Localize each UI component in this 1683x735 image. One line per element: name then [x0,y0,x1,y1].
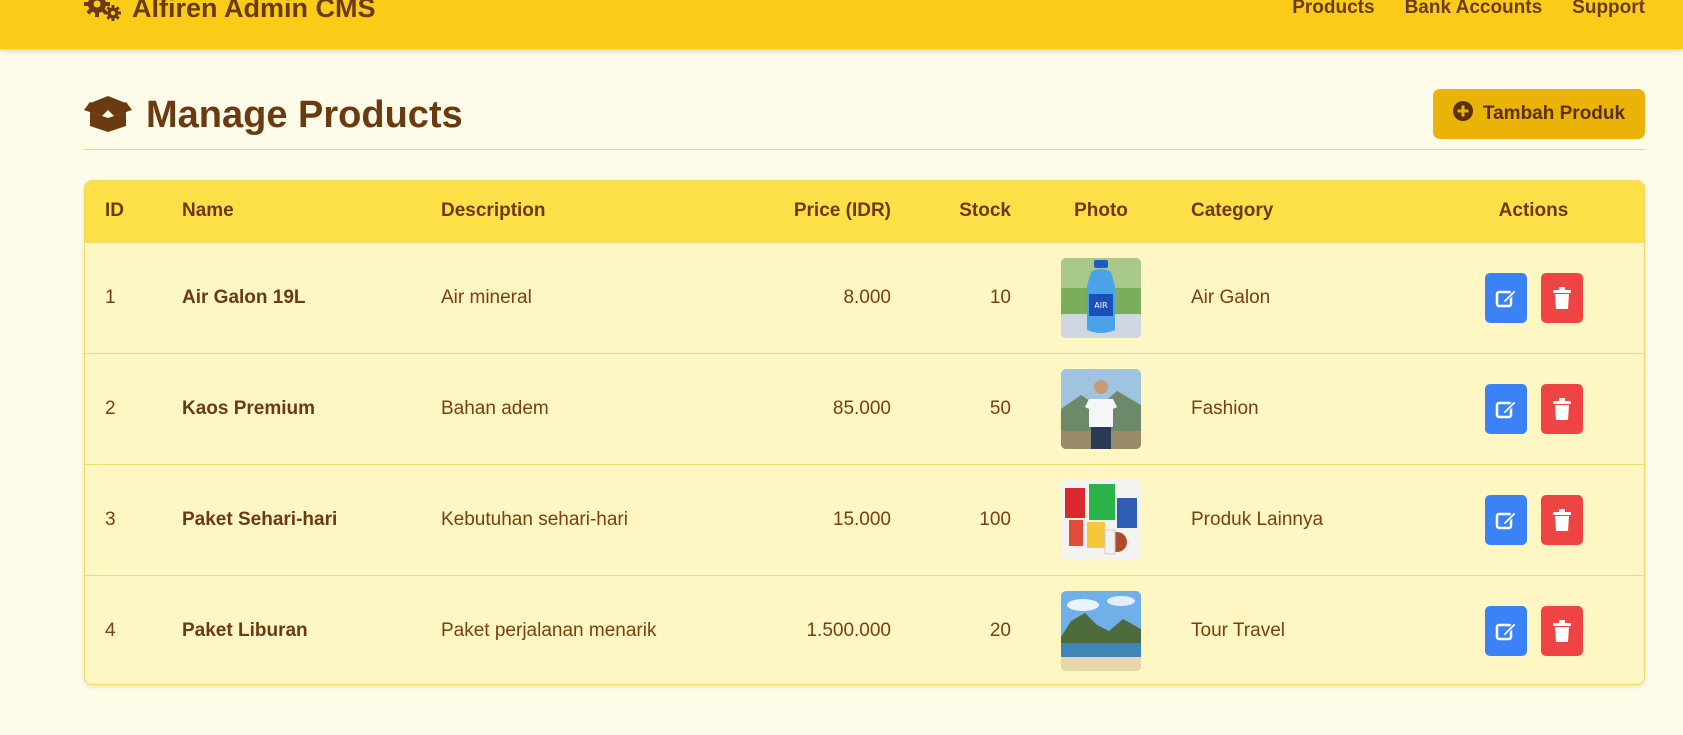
cell-name: Air Galon 19L [182,286,306,308]
delete-button[interactable] [1540,494,1583,545]
delete-button[interactable] [1540,605,1583,656]
brand[interactable]: Alfiren Admin CMS [84,0,376,24]
water-gallon-photo[interactable]: AIR [1061,257,1141,338]
cell-stock: 50 [989,397,1011,419]
cell-description: Paket perjalanan menarik [441,619,657,641]
table-row: 4 Paket Liburan Paket perjalanan menarik… [85,575,1644,684]
cell-price: 1.500.000 [806,619,891,641]
cell-id: 1 [105,286,116,308]
cell-stock: 10 [989,286,1011,308]
column-header-price[interactable]: Price (IDR) [711,181,911,242]
edit-icon [1495,288,1517,307]
cell-category: Air Galon [1191,286,1271,308]
trash-icon [1552,397,1571,420]
delete-button[interactable] [1540,272,1583,323]
cell-id: 3 [105,508,116,530]
column-header-id[interactable]: ID [85,181,162,242]
nav-link-products[interactable]: Products [1292,0,1374,20]
cell-id: 4 [105,619,116,641]
table-row: 2 Kaos Premium Bahan adem 85.000 50 Fash… [85,353,1644,464]
edit-button[interactable] [1484,272,1527,323]
nav-links: Products Bank Accounts Support [1292,0,1645,20]
column-header-photo: Photo [1074,200,1128,222]
add-product-button[interactable]: Tambah Produk [1433,89,1645,139]
edit-icon [1495,510,1517,529]
column-header-actions: Actions [1498,200,1569,222]
edit-icon [1495,622,1517,640]
cell-category: Produk Lainnya [1191,508,1324,530]
cell-price: 8.000 [843,286,891,308]
edit-button[interactable] [1484,605,1527,656]
edit-button[interactable] [1484,494,1527,545]
column-header-name[interactable]: Name [162,181,421,242]
cell-description: Kebutuhan sehari-hari [441,508,628,530]
svg-text:AIR: AIR [1094,301,1108,310]
products-table: ID Name Description Price (IDR) Stock Ph… [84,180,1645,685]
groceries-photo[interactable] [1061,479,1141,560]
tshirt-model-photo[interactable] [1061,368,1141,449]
cell-stock: 20 [989,619,1011,641]
box-open-icon [84,94,132,137]
cell-name: Kaos Premium [182,397,316,419]
cell-name: Paket Liburan [182,619,308,641]
cell-price: 85.000 [832,397,891,419]
brand-title: Alfiren Admin CMS [132,0,376,23]
edit-button[interactable] [1484,383,1527,434]
gears-icon [84,0,122,26]
column-header-category[interactable]: Category [1171,181,1421,242]
plus-circle-icon [1452,101,1473,127]
page-header: Manage Products Tambah Produk [84,88,1645,150]
cell-description: Bahan adem [441,397,549,419]
nav-link-bank-accounts[interactable]: Bank Accounts [1405,0,1543,20]
delete-button[interactable] [1540,383,1583,434]
cell-category: Tour Travel [1191,619,1285,641]
cell-name: Paket Sehari-hari [182,508,338,530]
nav-link-support[interactable]: Support [1572,0,1645,20]
cell-stock: 100 [979,508,1011,530]
edit-icon [1495,399,1517,418]
table-row: 1 Air Galon 19L Air mineral 8.000 10 AIR… [85,242,1644,353]
trash-icon [1552,508,1571,531]
cell-price: 15.000 [832,508,891,530]
table-row: 3 Paket Sehari-hari Kebutuhan sehari-har… [85,464,1644,575]
column-header-description[interactable]: Description [421,181,711,242]
top-navbar: Alfiren Admin CMS Products Bank Accounts… [0,0,1683,49]
cell-description: Air mineral [441,286,532,308]
table-header-row: ID Name Description Price (IDR) Stock Ph… [85,181,1644,242]
cell-category: Fashion [1191,397,1259,419]
page-title: Manage Products [146,94,463,136]
trash-icon [1552,619,1571,642]
cell-id: 2 [105,397,116,419]
beach-island-photo[interactable] [1061,590,1141,671]
column-header-stock[interactable]: Stock [911,181,1031,242]
add-product-label: Tambah Produk [1482,103,1626,124]
trash-icon [1552,286,1571,309]
